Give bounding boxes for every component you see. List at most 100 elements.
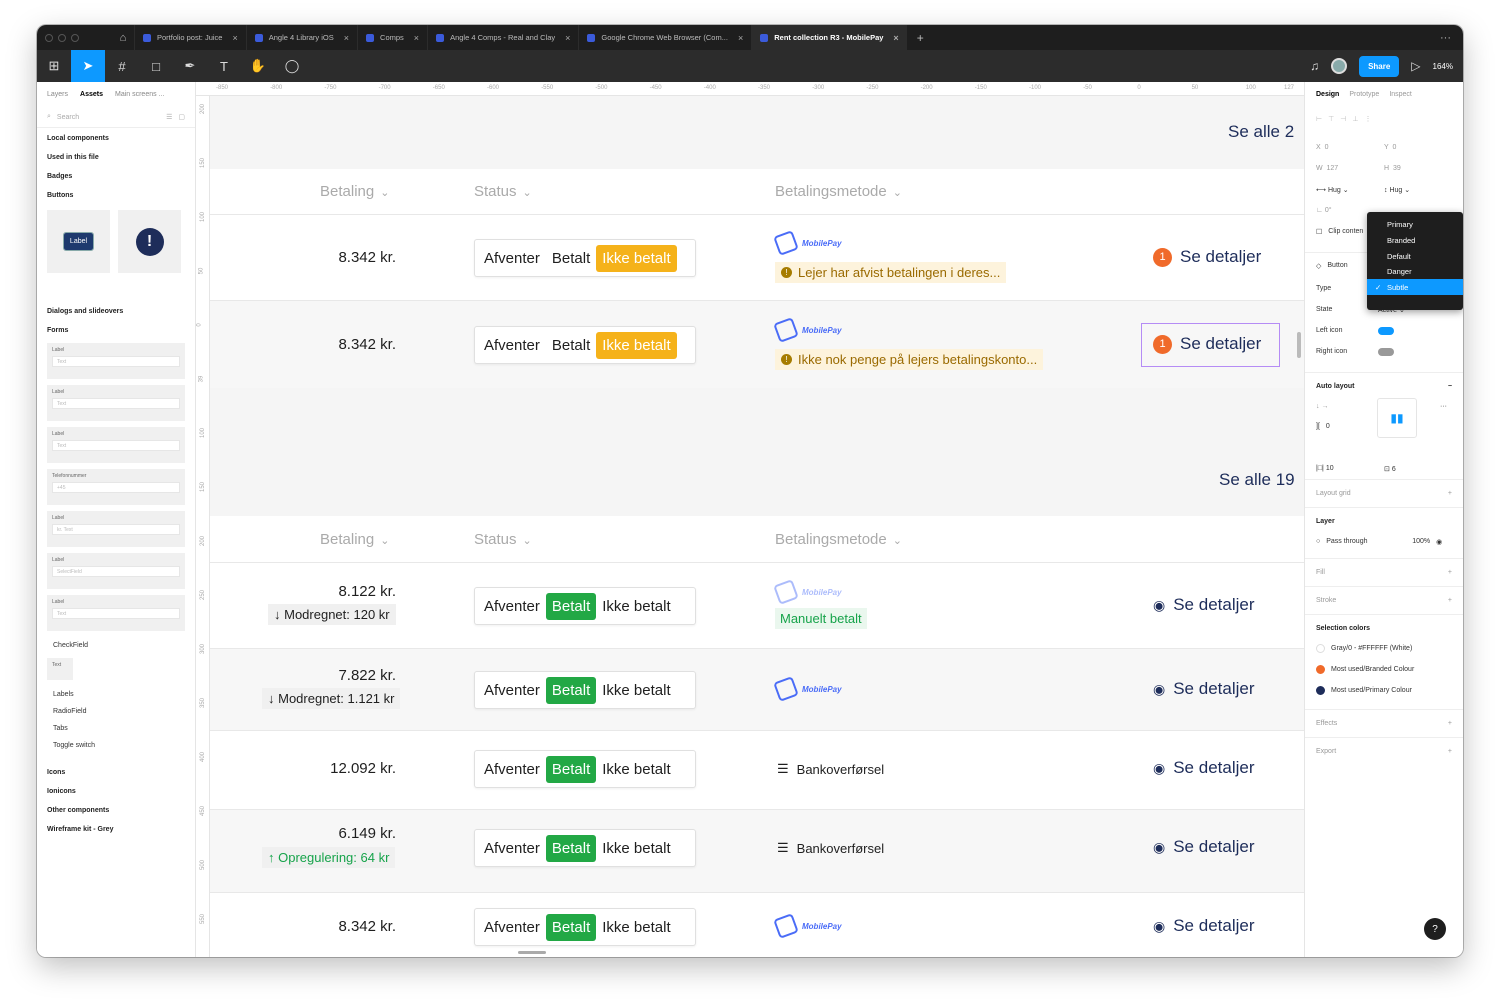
avatar[interactable] [1331,58,1348,74]
section-used-in-file[interactable]: Used in this file [37,147,195,166]
seg-betalt[interactable]: Betalt [545,676,597,704]
tab-portfolio[interactable]: Portfolio post: Juice × [134,25,246,50]
status-segment[interactable]: Afventer Betalt Ikke betalt [474,750,696,788]
seg-ikke-betalt[interactable]: Ikke betalt [596,244,677,272]
pen-tool-icon[interactable]: ✒ [173,50,207,82]
form-thumb[interactable]: Label Text [47,343,185,379]
status-segment[interactable]: Afventer Betalt Ikke betalt [474,326,696,364]
canvas[interactable]: -850 -800 -750 -700 -650 -600 -550 -500 -450 -400… [196,82,1304,957]
more-icon[interactable]: ··· [1440,32,1463,44]
status-segment[interactable]: Afventer Betalt Ikke betalt [474,671,696,709]
seg-ikke-betalt[interactable]: Ikke betalt [596,756,676,783]
section-icons[interactable]: Icons [37,762,195,781]
plus-icon[interactable]: + [1448,569,1452,576]
tab-comps[interactable]: Comps × [357,25,427,50]
icon-button-thumb[interactable]: ! [118,210,181,273]
eye-icon[interactable]: ◉ [1436,538,1442,546]
seg-afventer[interactable]: Afventer [478,245,546,272]
form-thumb[interactable]: Label kr. Text [47,511,185,547]
details-button[interactable]: ◉ Se detaljer [1153,595,1255,615]
checkbox[interactable]: ☐ [1316,228,1322,236]
present-icon[interactable]: ▷ [1411,59,1420,73]
list-view-icon[interactable]: ☰ [166,113,172,121]
home-icon[interactable]: ⌂ [112,25,134,50]
horizontal-scrollbar[interactable] [518,951,546,954]
header-betaling[interactable]: Betaling ⌄ [320,183,389,200]
tab-design[interactable]: Design [1316,91,1339,98]
header-betaling[interactable]: Betaling ⌄ [320,531,389,548]
direction-icon[interactable]: ↓ → [1316,403,1328,410]
y-field[interactable]: Y 0 [1384,144,1396,151]
seg-betalt[interactable]: Betalt [545,592,597,620]
seg-ikke-betalt[interactable]: Ikke betalt [596,593,676,620]
share-button[interactable]: Share [1359,55,1400,77]
section-wireframe[interactable]: Wireframe kit - Grey [37,819,195,838]
menu-item-branded[interactable]: Branded [1367,232,1463,248]
details-button[interactable]: 1 Se detaljer [1153,334,1261,354]
status-segment[interactable]: Afventer Betalt Ikke betalt [474,239,696,277]
component-name[interactable]: Button [1327,262,1347,269]
align-left-icon[interactable]: ⊢ [1316,115,1322,123]
more-icon[interactable]: ··· [1429,396,1458,417]
form-thumb[interactable]: Label Text [47,595,185,631]
page-selector[interactable]: Main screens ... [115,91,164,98]
x-field[interactable]: X 0 [1316,144,1378,151]
section-dialogs[interactable]: Dialogs and slideovers [37,301,195,320]
close-icon[interactable]: × [344,33,349,43]
design-frame[interactable]: Se alle 2 Betaling ⌄ Status ⌄ Betalingsmet… [210,96,1304,957]
form-thumb[interactable]: Label Text [47,385,185,421]
comment-tool-icon[interactable]: ◯ [275,50,309,82]
shape-tool-icon[interactable]: □ [139,50,173,82]
seg-betalt[interactable]: Betalt [545,834,597,862]
padding-v-field[interactable]: ⊡ 6 [1384,465,1396,473]
new-tab-icon[interactable]: + [907,31,934,45]
align-top-icon[interactable]: ⊥ [1352,115,1358,123]
section-labels[interactable]: Labels [37,686,195,703]
blend-mode[interactable]: Pass through [1326,538,1406,545]
form-thumb[interactable]: Label Text [47,427,185,463]
seg-afventer[interactable]: Afventer [478,677,546,704]
details-button[interactable]: ◉ Se detaljer [1153,916,1255,936]
details-button[interactable]: ◉ Se detaljer [1153,758,1255,778]
see-all-link[interactable]: Se alle 19 [1219,470,1295,490]
tab-rent-collection[interactable]: Rent collection R3 - MobilePay × [751,25,907,50]
seg-ikke-betalt[interactable]: Ikke betalt [596,835,676,862]
menu-item-default[interactable]: Default [1367,248,1463,264]
seg-betalt[interactable]: Betalt [545,755,597,783]
tab-angle-comps[interactable]: Angle 4 Comps - Real and Clay × [427,25,578,50]
seg-afventer[interactable]: Afventer [478,835,546,862]
move-tool-icon[interactable]: ➤ [71,50,105,82]
close-icon[interactable]: × [414,33,419,43]
alignment-grid[interactable]: ▮▮ [1377,398,1417,438]
form-thumb[interactable]: Label SelectField [47,553,185,589]
seg-betalt[interactable]: Betalt [545,913,597,941]
spacing-value[interactable]: 0 [1326,423,1330,430]
window-controls[interactable] [37,33,112,42]
see-all-link[interactable]: Se alle 2 [1228,122,1294,142]
color-row[interactable]: Most used/Primary Colour [1305,680,1463,701]
status-segment[interactable]: Afventer Betalt Ikke betalt [474,908,696,946]
hand-tool-icon[interactable]: ✋ [241,50,275,82]
tab-prototype[interactable]: Prototype [1349,91,1379,98]
seg-ikke-betalt[interactable]: Ikke betalt [596,677,676,704]
seg-afventer[interactable]: Afventer [478,332,546,359]
tab-layers[interactable]: Layers [47,91,68,98]
plus-icon[interactable]: + [1448,597,1452,604]
status-segment[interactable]: Afventer Betalt Ikke betalt [474,829,696,867]
section-checkfield[interactable]: CheckField [37,637,195,654]
section-toggle[interactable]: Toggle switch [37,737,195,754]
section-other[interactable]: Other components [37,800,195,819]
close-icon[interactable]: × [893,33,898,43]
seg-afventer[interactable]: Afventer [478,914,546,941]
zoom-level[interactable]: 164% [1433,62,1453,71]
header-status[interactable]: Status ⌄ [474,183,532,200]
scrollbar[interactable] [1297,332,1301,358]
close-icon[interactable]: × [565,33,570,43]
form-thumb[interactable]: Telefonnummer +45 [47,469,185,505]
figma-menu-icon[interactable]: ⊞ [37,50,71,82]
plus-icon[interactable]: + [1448,720,1452,727]
align-center-icon[interactable]: ⊤ [1328,115,1334,123]
close-icon[interactable]: × [232,33,237,43]
right-icon-toggle[interactable] [1378,347,1394,356]
distribute-icon[interactable]: ⋮ [1364,115,1371,123]
